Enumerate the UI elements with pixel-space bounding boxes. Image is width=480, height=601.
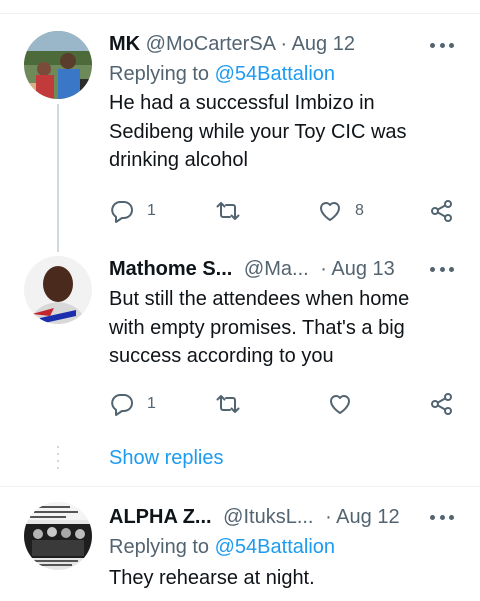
- tweet-date[interactable]: · Aug 12: [280, 33, 355, 55]
- share-icon: [431, 393, 452, 415]
- like-button[interactable]: [327, 389, 353, 419]
- retweet-button[interactable]: [215, 389, 241, 419]
- tweet-text: But still the attendees when home with e…: [109, 288, 410, 367]
- reply-bubble-icon: [111, 201, 133, 223]
- thread-dots: [57, 446, 59, 474]
- reply-bubble-icon: [111, 394, 133, 416]
- replying-to-label: Replying to: [109, 536, 210, 558]
- tweet-text: They rehearse at night.: [109, 567, 315, 589]
- handle[interactable]: @Ma...: [244, 258, 309, 280]
- share-button[interactable]: [429, 389, 455, 419]
- replying-to: Replying to @54Battalion: [109, 532, 460, 562]
- reply-button[interactable]: 1: [109, 389, 156, 419]
- tweet-date[interactable]: · Aug 13: [320, 258, 395, 280]
- replying-to-link[interactable]: @54Battalion: [215, 536, 335, 558]
- replying-to-label: Replying to: [109, 63, 210, 85]
- tweet-text: He had a successful Imbizo in Sedibeng w…: [109, 92, 407, 171]
- avatar[interactable]: [24, 256, 92, 324]
- tweet-actions: 1 8: [109, 196, 459, 226]
- retweet-button[interactable]: [215, 196, 241, 226]
- divider: [0, 486, 480, 487]
- like-count: 8: [355, 202, 364, 219]
- heart-icon: [320, 202, 340, 221]
- tweet-actions: 1: [109, 389, 459, 419]
- retweet-icon: [216, 202, 240, 220]
- reply-count: 1: [147, 395, 156, 412]
- replying-to-link[interactable]: @54Battalion: [215, 63, 335, 85]
- more-dots-icon[interactable]: [430, 35, 454, 55]
- retweet-icon: [216, 395, 240, 413]
- display-name[interactable]: MK: [109, 33, 140, 55]
- replying-to: Replying to @54Battalion: [109, 59, 460, 89]
- tweet-date[interactable]: · Aug 12: [325, 506, 400, 528]
- show-replies-link[interactable]: Show replies: [109, 444, 224, 472]
- more-dots-icon[interactable]: [430, 507, 454, 527]
- share-button[interactable]: [429, 196, 455, 226]
- display-name[interactable]: ALPHA Z...: [109, 506, 212, 528]
- avatar[interactable]: [24, 502, 92, 570]
- thread-connector: [57, 104, 59, 252]
- reply-count: 1: [147, 202, 156, 219]
- like-button[interactable]: 8: [317, 196, 364, 226]
- more-dots-icon[interactable]: [430, 259, 454, 279]
- share-icon: [431, 200, 452, 222]
- reply-button[interactable]: 1: [109, 196, 156, 226]
- avatar[interactable]: [24, 31, 92, 99]
- top-divider: [0, 13, 480, 14]
- handle[interactable]: @MoCarterSA: [146, 33, 275, 55]
- heart-icon: [330, 395, 350, 414]
- display-name[interactable]: Mathome S...: [109, 258, 232, 280]
- handle[interactable]: @ItuksL...: [223, 506, 313, 528]
